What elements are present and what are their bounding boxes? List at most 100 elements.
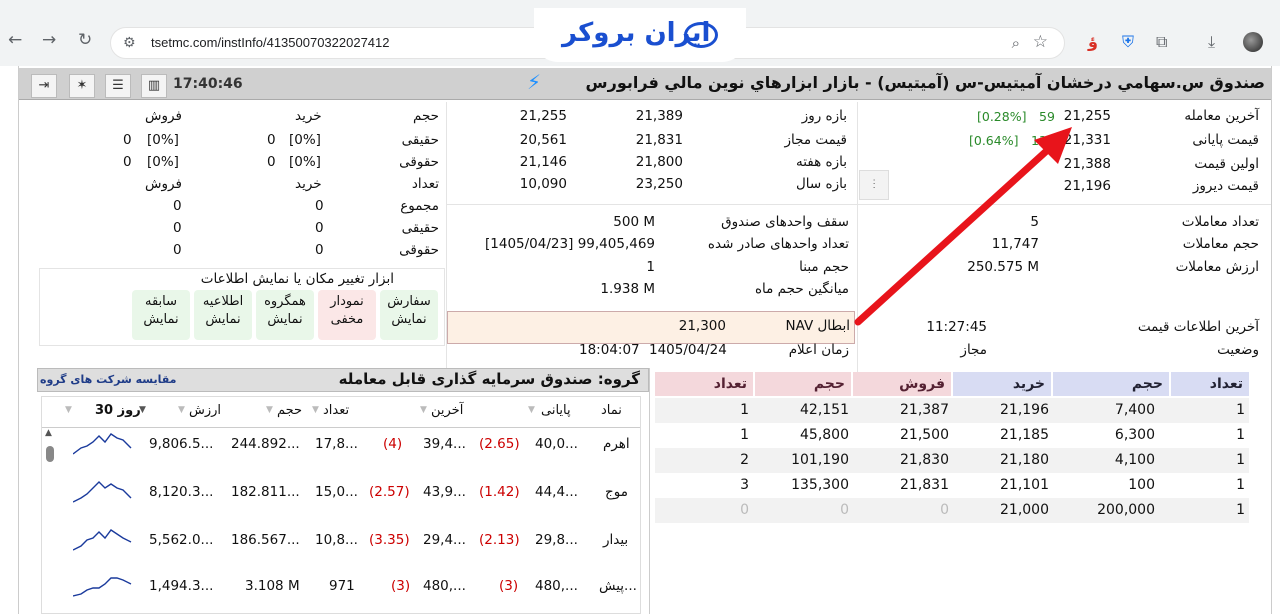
row-last: 480,...: [423, 578, 466, 594]
sort-icon[interactable]: ▼: [420, 405, 427, 415]
zoom-icon[interactable]: ⌕: [1012, 34, 1020, 52]
logo-mark-icon: [684, 22, 718, 48]
row-close-change: (2.65): [479, 436, 520, 452]
ob-sell-volume: 0: [840, 502, 849, 518]
ob-sell-count: 1: [740, 427, 749, 443]
year-range-label: بازه سال: [796, 176, 847, 192]
reload-icon[interactable]: ↻: [78, 30, 92, 50]
row-symbol[interactable]: موج: [605, 484, 628, 500]
issued-units-date: [1405/04/23]: [485, 236, 574, 252]
fund-cap-label: سقف واحدهای صندوق: [721, 214, 849, 230]
sort-icon[interactable]: ▼: [178, 405, 185, 415]
forward-icon[interactable]: →: [42, 30, 56, 50]
table-icon[interactable]: ☰: [105, 74, 131, 98]
base-volume-label: حجم مبنا: [799, 259, 849, 275]
url-text[interactable]: tsetmc.com/instInfo/41350070322027412: [151, 35, 390, 50]
toggle-orders-label: سفارش: [387, 294, 431, 309]
announce-date: 1405/04/24: [649, 342, 727, 358]
order-book-row: 1 200,000 21,000 0 0 0: [655, 498, 1249, 523]
extension-icon[interactable]: ؤ: [1088, 32, 1098, 51]
scroll-thumb[interactable]: [46, 446, 54, 462]
ct-sell-header: فروش: [145, 108, 182, 124]
col-volume[interactable]: حجم: [277, 403, 302, 418]
export-icon[interactable]: ⇥: [31, 74, 57, 98]
ob-buy-count: 1: [1236, 452, 1245, 468]
ob-buy-count: 1: [1236, 502, 1245, 518]
lightning-icon[interactable]: ⚡: [527, 70, 541, 94]
order-book-row: 1 4,100 21,180 21,830 101,190 2: [655, 448, 1249, 473]
first-price-value: 21,388: [1063, 156, 1111, 172]
puzzle-icon[interactable]: ⧉: [1156, 32, 1167, 52]
ob-sell-count: 0: [740, 502, 749, 518]
avatar[interactable]: [1243, 32, 1263, 52]
col-symbol[interactable]: نماد: [601, 403, 622, 418]
last-trade-label: آخرین معامله: [1184, 108, 1259, 124]
site-settings-icon[interactable]: ⚙: [123, 35, 136, 51]
ob-sell-price-header: فروش: [853, 372, 951, 396]
col-count[interactable]: تعداد: [323, 403, 349, 418]
last-trade-change: 59: [1039, 109, 1055, 124]
last-price-info-time: 11:27:45: [926, 319, 987, 335]
network-icon[interactable]: ✶: [69, 74, 95, 98]
order-book-row: 1 6,300 21,185 21,500 45,800 1: [655, 423, 1249, 448]
toggle-group-button[interactable]: همگروه نمایش: [256, 290, 314, 340]
close-price-percent: [0.64%]: [969, 133, 1019, 148]
back-icon[interactable]: ←: [8, 30, 22, 50]
chart-icon[interactable]: ▥: [141, 74, 167, 98]
site-logo: ایران بروکر: [534, 8, 746, 62]
status-badge: مجاز: [960, 342, 987, 358]
ct-legal-sell: 0: [123, 154, 132, 170]
toggle-notices-label: اطلاعیه: [202, 294, 244, 309]
allowed-price-high: 21,831: [635, 132, 683, 148]
settings-sliders-icon[interactable]: ⫶: [859, 170, 889, 200]
sort-icon[interactable]: ▼: [266, 405, 273, 415]
sort-icon[interactable]: ▼: [65, 405, 72, 415]
col-value[interactable]: ارزش: [189, 403, 221, 418]
ct-legal-label: حقوقی: [399, 154, 439, 170]
sort-icon[interactable]: ▼: [312, 405, 319, 415]
row-count: 10,8...: [315, 532, 358, 548]
trade-volume-value: 11,747: [991, 236, 1039, 252]
col-last[interactable]: آخرین: [431, 403, 463, 418]
toggle-chart-button[interactable]: نمودار مخفی: [318, 290, 376, 340]
ob-buy-volume-header: حجم: [1053, 372, 1169, 396]
close-price-change: 13: [1031, 133, 1047, 148]
toggle-history-button[interactable]: سابقه نمایش: [132, 290, 190, 340]
ob-sell-volume: 42,151: [800, 402, 849, 418]
toggle-chart-label: نمودار: [330, 294, 364, 309]
ct-volume-header: حجم: [412, 108, 439, 124]
sort-icon[interactable]: ▼: [528, 405, 535, 415]
toggle-orders-button[interactable]: سفارش نمایش: [380, 290, 438, 340]
group-scrollbar[interactable]: ▲: [44, 426, 56, 614]
ct-real-sell-pct: [0%]: [147, 132, 179, 148]
toggle-history-state: نمایش: [143, 312, 179, 327]
row-volume: 182.811...: [231, 484, 300, 500]
trade-volume-label: حجم معاملات: [1182, 236, 1259, 252]
close-price-value: 21,331: [1063, 132, 1111, 148]
ob-sell-count: 2: [740, 452, 749, 468]
row-close-change: (3): [499, 578, 519, 594]
col-30days[interactable]: 30 روز: [95, 403, 141, 418]
bookmark-star-icon[interactable]: ☆: [1033, 32, 1048, 52]
row-symbol[interactable]: اهرم: [603, 436, 630, 452]
col-close[interactable]: پایانی: [541, 403, 571, 418]
trade-count-value: 5: [1030, 214, 1039, 230]
ct-count-sell-header: فروش: [145, 176, 182, 192]
row-last: 43,9...: [423, 484, 466, 500]
scroll-up-icon[interactable]: ▲: [45, 428, 52, 438]
group-header: گروه: صندوق سرمایه گذاری قابل معامله مقا…: [37, 368, 649, 392]
ct-total-label: مجموع: [400, 198, 439, 214]
ob-buy-price-header: خرید: [953, 372, 1051, 396]
day-range-low: 21,255: [519, 108, 567, 124]
sort-icon[interactable]: ▼: [139, 405, 146, 415]
download-icon[interactable]: ⤓: [1208, 32, 1215, 52]
row-last-change: (3.35): [369, 532, 410, 548]
order-book-row: 1 100 21,101 21,831 135,300 3: [655, 473, 1249, 498]
nav-highlight-box: NAV ابطال 21,300: [447, 311, 855, 344]
day-range-label: بازه روز: [801, 108, 847, 124]
shield-icon[interactable]: ⛨: [1122, 32, 1134, 52]
compare-group-link[interactable]: مقایسه شرکت های گروه: [40, 373, 176, 386]
toggle-notices-button[interactable]: اطلاعیه نمایش: [194, 290, 252, 340]
row-symbol[interactable]: بیدار: [603, 532, 628, 548]
row-symbol[interactable]: پیش...: [599, 578, 637, 594]
